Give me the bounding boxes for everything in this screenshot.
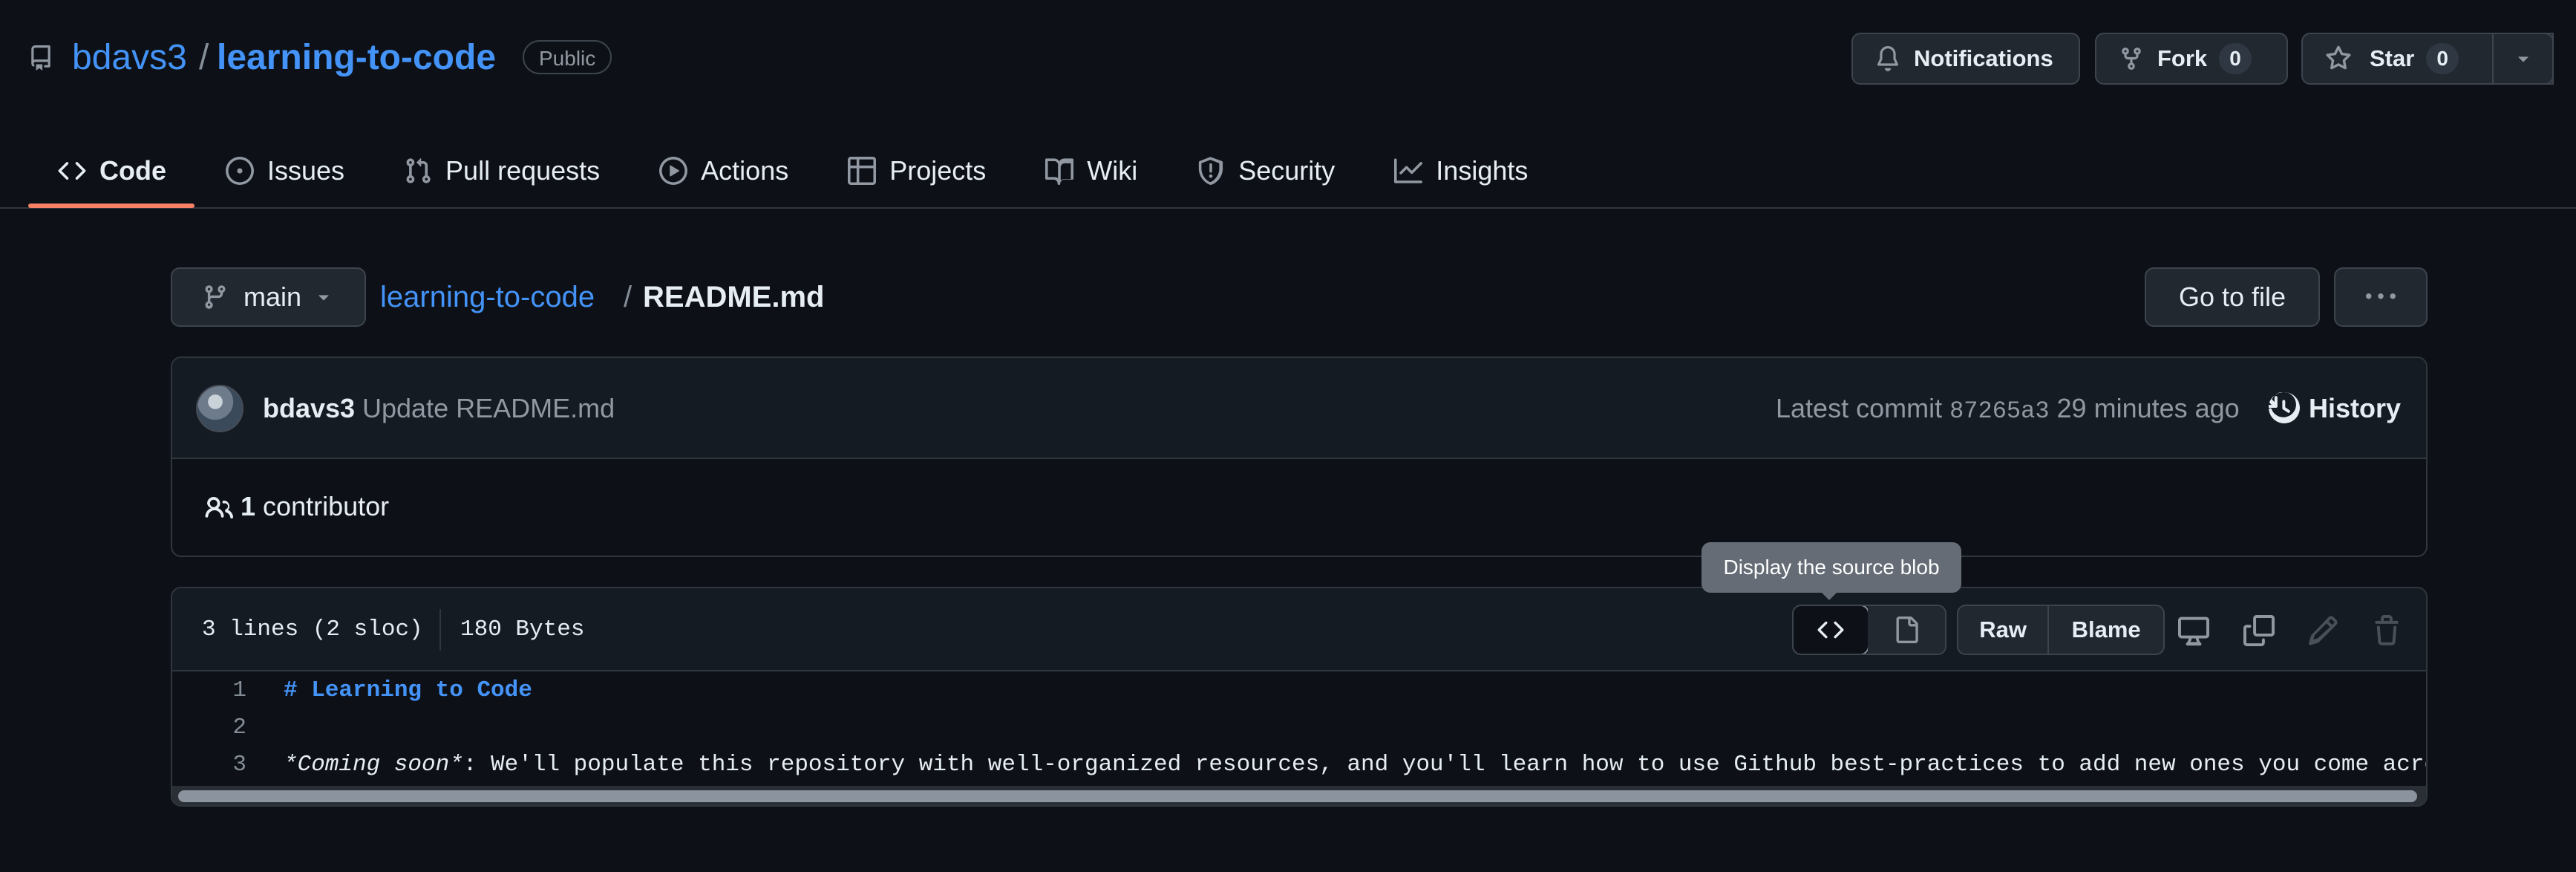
breadcrumb-file-name: README.md (643, 281, 825, 313)
raw-button[interactable]: Raw (1958, 606, 2050, 654)
pull-request-icon (404, 157, 432, 185)
repo-name-link[interactable]: learning-to-code (217, 34, 496, 82)
commit-message-link[interactable]: Update README.md (362, 392, 615, 425)
tab-code[interactable]: Code (28, 134, 196, 208)
file-info-divider (439, 609, 441, 651)
pencil-icon[interactable] (2307, 615, 2338, 646)
tab-actions[interactable]: Actions (659, 134, 818, 208)
tab-issues-label: Issues (267, 155, 345, 186)
tab-actions-label: Actions (701, 155, 789, 186)
active-tab-indicator (28, 204, 194, 208)
tab-pull-requests[interactable]: Pull requests (404, 134, 630, 208)
commit-time: 29 minutes ago (2056, 393, 2240, 423)
code-emphasis: *Coming soon* (284, 752, 463, 778)
file-header: 3 lines (2 sloc) 180 Bytes Raw Blame (172, 588, 2426, 671)
trash-icon[interactable] (2371, 615, 2402, 646)
contributors-count: 1 (241, 491, 256, 521)
copy-icon[interactable] (2243, 615, 2275, 646)
tab-wiki[interactable]: Wiki (1045, 134, 1167, 208)
go-to-file-button[interactable]: Go to file (2145, 267, 2320, 327)
view-mode-toggle (1792, 605, 1946, 655)
star-count: 0 (2426, 43, 2459, 74)
tab-insights-label: Insights (1436, 155, 1529, 186)
more-options-button[interactable] (2334, 267, 2428, 327)
latest-commit-info: Latest commit 87265a3 29 minutes ago (1776, 392, 2240, 428)
bell-icon (1875, 46, 1900, 71)
commit-header: bdavs3 Update README.md Latest commit 87… (172, 358, 2426, 459)
repo-path-separator: / (199, 38, 209, 77)
repo-nav-tabs: Code Issues Pull requests Actions Projec… (28, 134, 1587, 208)
code-line: # Learning to Code (284, 677, 532, 703)
latest-commit-label: Latest commit (1776, 393, 1943, 423)
notifications-label: Notifications (1914, 45, 2053, 71)
star-icon (2325, 45, 2352, 72)
people-icon (203, 493, 233, 523)
shield-icon (1197, 157, 1225, 185)
tab-wiki-label: Wiki (1087, 155, 1138, 186)
branch-name: main (243, 282, 302, 312)
file-viewer: 3 lines (2 sloc) 180 Bytes Raw Blame 1 #… (171, 587, 2428, 807)
history-link[interactable]: History (2309, 392, 2401, 425)
file-size: 180 Bytes (460, 616, 585, 642)
tab-code-label: Code (99, 155, 166, 186)
git-branch-icon (202, 284, 229, 310)
avatar[interactable] (196, 385, 243, 432)
line-number[interactable]: 3 (172, 750, 246, 780)
tooltip: Display the source blob (1701, 542, 1961, 593)
star-dropdown-button[interactable] (2492, 33, 2554, 85)
commit-author-link[interactable]: bdavs3 (263, 392, 355, 425)
file-line-count: 3 lines (2 sloc) (202, 616, 423, 642)
tab-pull-requests-label: Pull requests (445, 155, 601, 186)
fork-count: 0 (2219, 43, 2252, 74)
contributors-link[interactable]: 1 contributor (241, 490, 389, 523)
line-number[interactable]: 1 (172, 676, 246, 706)
code-text: : We'll populate this repository with we… (462, 752, 2428, 778)
breadcrumb-repo-link[interactable]: learning-to-code (380, 278, 595, 316)
desktop-icon[interactable] (2178, 615, 2209, 646)
star-label: Star (2370, 45, 2415, 71)
code-line: *Coming soon*: We'll populate this repos… (284, 750, 2428, 780)
line-number[interactable]: 2 (172, 713, 246, 743)
fork-label: Fork (2157, 45, 2208, 71)
tooltip-arrow (1820, 591, 1838, 600)
triangle-down-icon (2513, 48, 2534, 69)
display-rendered-button[interactable] (1868, 606, 1945, 654)
repo-owner-link[interactable]: bdavs3 (72, 34, 187, 82)
tab-projects[interactable]: Projects (848, 134, 1016, 208)
tab-issues[interactable]: Issues (226, 134, 374, 208)
contributors-label: contributor (263, 491, 390, 521)
scrollbar-thumb[interactable] (178, 790, 2417, 802)
table-icon (848, 157, 877, 185)
caret-down-icon (313, 287, 334, 308)
tab-insights[interactable]: Insights (1394, 134, 1557, 208)
breadcrumb-separator: / (624, 281, 632, 313)
display-source-button[interactable] (1794, 606, 1869, 654)
play-icon (659, 157, 688, 185)
latest-commit-box: bdavs3 Update README.md Latest commit 87… (171, 357, 2428, 557)
blame-button[interactable]: Blame (2049, 606, 2163, 654)
kebab-horizontal-icon (2366, 282, 2396, 312)
file-icon (1893, 616, 1920, 643)
branch-selector[interactable]: main (171, 267, 366, 327)
tab-projects-label: Projects (889, 155, 987, 186)
issue-icon (226, 157, 254, 185)
history-icon (2269, 392, 2300, 423)
graph-icon (1394, 157, 1423, 185)
visibility-badge: Public (523, 40, 612, 74)
code-icon (1817, 616, 1844, 643)
tab-security[interactable]: Security (1197, 134, 1364, 208)
book-icon (1045, 157, 1074, 185)
tab-security-label: Security (1238, 155, 1336, 186)
fork-icon (2119, 46, 2144, 71)
repo-icon (28, 44, 53, 72)
commit-sha-link[interactable]: 87265a3 (1949, 397, 2049, 425)
tabs-divider (0, 207, 2576, 209)
fork-button[interactable]: Fork 0 (2095, 33, 2288, 85)
notifications-button[interactable]: Notifications (1851, 33, 2080, 85)
code-icon (58, 157, 86, 185)
raw-blame-group: Raw Blame (1957, 605, 2165, 655)
